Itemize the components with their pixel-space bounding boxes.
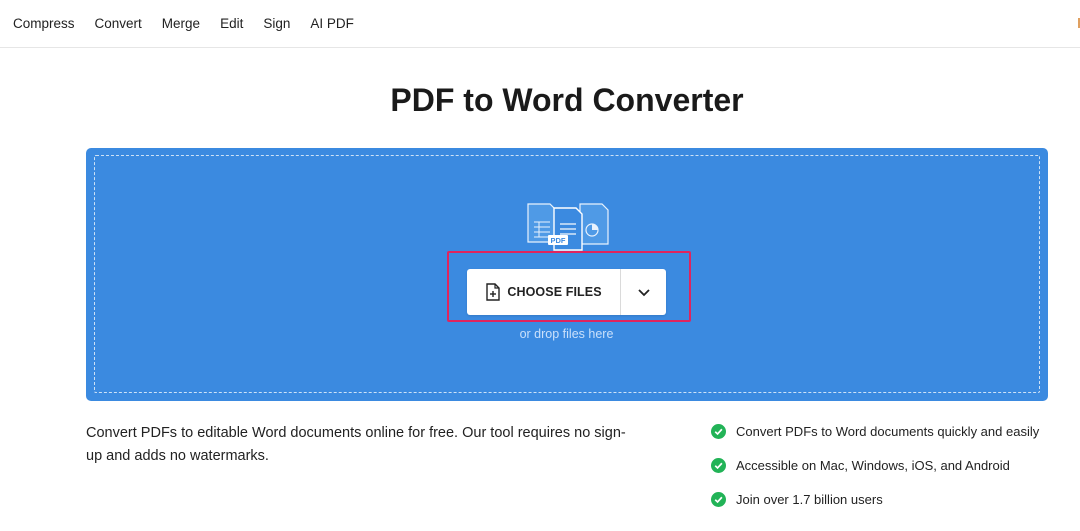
chevron-down-icon <box>637 288 650 296</box>
nav-item-merge[interactable]: Merge <box>162 16 200 31</box>
nav-item-convert[interactable]: Convert <box>95 16 142 31</box>
file-plus-icon <box>486 283 501 301</box>
feature-label: Join over 1.7 billion users <box>736 491 883 507</box>
nav-item-edit[interactable]: Edit <box>220 16 243 31</box>
top-nav: Compress Convert Merge Edit Sign AI PDF <box>0 0 1080 48</box>
feature-item: Convert PDFs to Word documents quickly a… <box>711 421 1071 441</box>
feature-item: Join over 1.7 billion users <box>711 489 1071 509</box>
intro-paragraph: Convert PDFs to editable Word documents … <box>86 425 626 464</box>
feature-label: Convert PDFs to Word documents quickly a… <box>736 423 1040 439</box>
nav-item-sign[interactable]: Sign <box>263 16 290 31</box>
choose-files-button[interactable]: CHOOSE FILES <box>467 269 620 315</box>
nav-item-compress[interactable]: Compress <box>13 16 75 31</box>
feature-label: Accessible on Mac, Windows, iOS, and And… <box>736 457 1010 473</box>
pdf-badge-label: PDF <box>551 236 566 245</box>
feature-item: Accessible on Mac, Windows, iOS, and And… <box>711 455 1071 475</box>
page-title: PDF to Word Converter <box>390 82 744 118</box>
upload-options-dropdown-button[interactable] <box>621 269 666 315</box>
nav-item-ai-pdf[interactable]: AI PDF <box>310 16 354 31</box>
check-circle-icon <box>711 491 726 507</box>
feature-list: Convert PDFs to Word documents quickly a… <box>711 421 1071 523</box>
documents-illustration-icon: PDF <box>527 203 609 251</box>
check-circle-icon <box>711 423 726 439</box>
choose-files-label: CHOOSE FILES <box>507 285 602 299</box>
drop-hint-text: or drop files here <box>519 327 614 341</box>
check-circle-icon <box>711 457 726 473</box>
choose-files-split-button: CHOOSE FILES <box>467 269 666 315</box>
